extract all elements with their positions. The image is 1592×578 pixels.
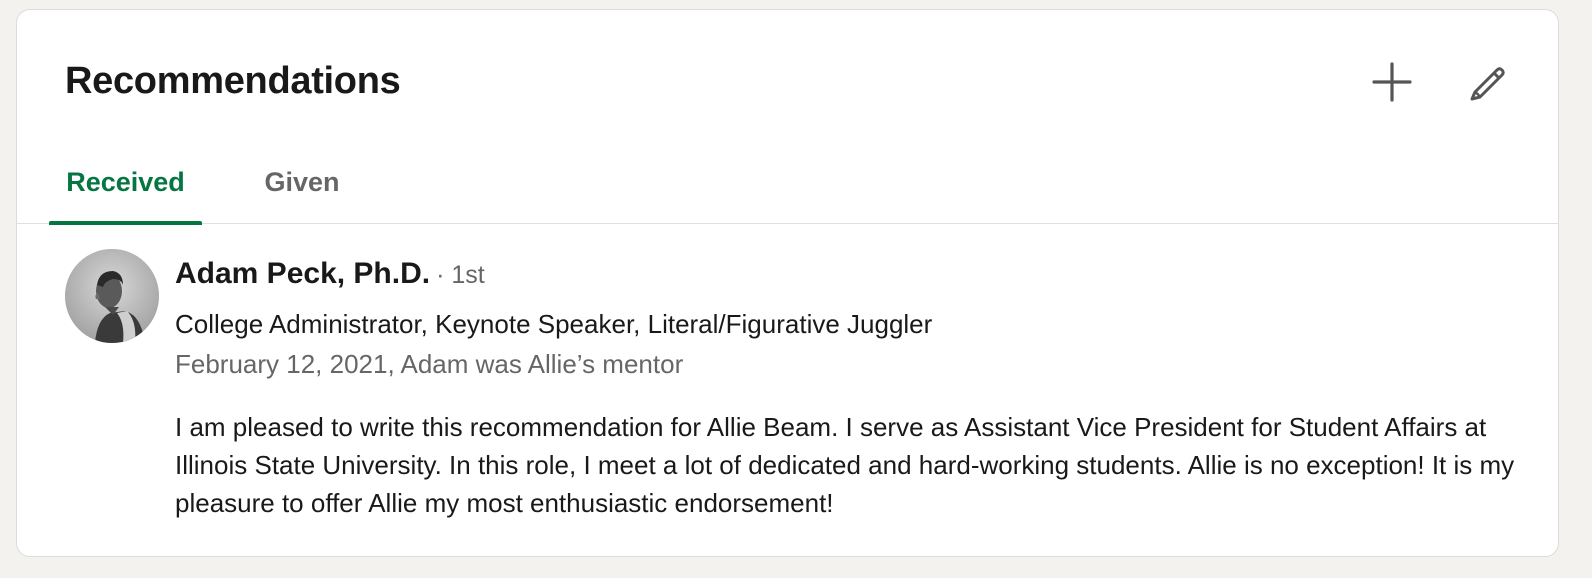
- connection-degree: · 1st: [436, 261, 485, 289]
- plus-icon: [1372, 62, 1412, 102]
- edit-recommendations-button[interactable]: [1460, 55, 1514, 109]
- section-header: Recommendations: [17, 10, 1558, 160]
- recommender-name[interactable]: Adam Peck, Ph.D.: [175, 257, 430, 290]
- recommender-name-row: Adam Peck, Ph.D. · 1st: [175, 257, 485, 291]
- avatar[interactable]: [65, 249, 159, 343]
- recommendation-date-relation: February 12, 2021, Adam was Allie’s ment…: [175, 349, 684, 379]
- recommendation-text: I am pleased to write this recommendatio…: [175, 412, 1515, 518]
- profile-photo: [65, 249, 159, 343]
- tab-received[interactable]: Received: [49, 140, 202, 225]
- section-title: Recommendations: [65, 60, 401, 102]
- tab-given[interactable]: Given: [249, 140, 355, 224]
- recommendation-tabs: Received Given: [17, 140, 1558, 225]
- add-recommendation-button[interactable]: [1365, 55, 1419, 109]
- pencil-icon: [1470, 67, 1505, 101]
- recommendations-card: Recommendations Received Given Adam Peck…: [16, 9, 1559, 557]
- recommender-headline: College Administrator, Keynote Speaker, …: [175, 309, 933, 339]
